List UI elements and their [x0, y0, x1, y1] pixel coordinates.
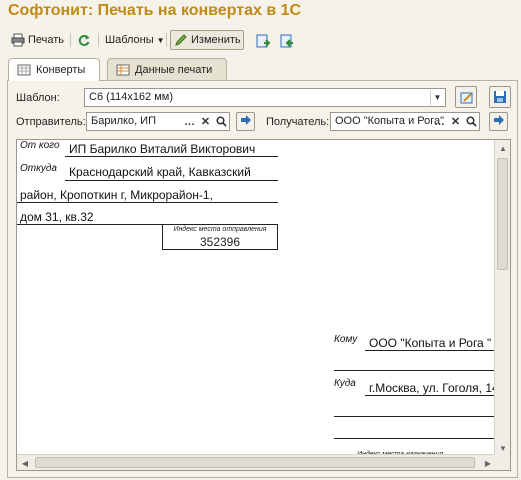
clear-icon[interactable]: ✕ — [198, 114, 213, 129]
template-edit-button[interactable] — [455, 86, 477, 108]
template-select[interactable]: C6 (114x162 мм) ▼ — [84, 88, 446, 107]
sender-label: Отправитель: — [16, 116, 86, 128]
tab-envelopes[interactable]: Конверты — [8, 58, 100, 81]
horizontal-scroll-thumb[interactable] — [35, 457, 475, 468]
sender-index-label: Индекс места отправления — [173, 226, 267, 233]
where-from-underline-1 — [65, 180, 278, 181]
envelope-grid-icon — [17, 63, 31, 77]
export-button[interactable] — [276, 30, 296, 50]
to-underline-2 — [334, 370, 495, 371]
refresh-icon — [77, 33, 91, 47]
tab-print-data[interactable]: Данные печати — [107, 58, 227, 80]
templates-label: Шаблоны — [105, 34, 154, 46]
chevron-down-icon: ▼ — [156, 35, 165, 45]
arrow-right-icon — [240, 114, 252, 129]
recipient-value: ООО "Копыта и Рога" — [335, 115, 445, 127]
window-title: Софтонит: Печать на конвертах в 1С — [8, 2, 302, 19]
printer-icon — [11, 33, 25, 47]
scroll-corner — [494, 454, 510, 470]
print-button[interactable]: Печать — [8, 30, 67, 50]
where-to-underline-1 — [365, 395, 495, 396]
where-to-underline-3 — [334, 438, 495, 439]
where-from-line3: дом 31, кв.32 — [20, 210, 94, 224]
import-button[interactable] — [252, 30, 272, 50]
arrow-right-icon — [493, 114, 505, 129]
tab-bar: Конверты Данные печати — [8, 58, 518, 81]
clear-icon[interactable]: ✕ — [448, 114, 463, 129]
pencil-icon — [174, 33, 188, 47]
search-icon[interactable] — [464, 114, 479, 129]
from-underline — [65, 156, 278, 157]
where-from-label: Откуда — [20, 163, 57, 174]
edit-label: Изменить — [191, 34, 241, 46]
save-template-button[interactable] — [489, 86, 511, 108]
sender-field[interactable]: Барилко, ИП … ✕ — [86, 112, 230, 131]
search-icon[interactable] — [214, 114, 229, 129]
template-value: C6 (114x162 мм) — [89, 91, 174, 103]
scroll-up-icon[interactable]: ▲ — [495, 140, 510, 156]
where-from-underline-2 — [17, 202, 278, 203]
from-value: ИП Барилко Виталий Викторович — [69, 142, 256, 156]
chevron-down-icon[interactable]: ▼ — [430, 90, 444, 105]
edit-template-icon — [459, 90, 473, 104]
table-icon — [116, 63, 130, 77]
sender-open-button[interactable] — [236, 112, 255, 131]
recipient-label: Получатель: — [266, 116, 330, 128]
tab-envelopes-label: Конверты — [36, 64, 86, 76]
vertical-scrollbar[interactable]: ▲ ▼ — [494, 140, 510, 456]
where-from-line1: Краснодарский край, Кавказский — [69, 165, 251, 179]
select-button[interactable]: … — [182, 114, 197, 129]
to-value: ООО "Копыта и Рога " — [369, 336, 492, 350]
where-to-label: Куда — [334, 378, 356, 389]
vertical-scroll-thumb[interactable] — [497, 158, 508, 270]
sender-value: Барилко, ИП — [91, 115, 156, 127]
export-icon — [279, 33, 293, 48]
where-from-line2: район, Кропоткин г, Микрорайон-1, — [20, 188, 213, 202]
tab-print-data-label: Данные печати — [135, 63, 213, 76]
to-underline-1 — [365, 350, 495, 351]
toolbar: Печать Шаблоны ▼ Изменить — [0, 28, 521, 52]
select-button[interactable]: … — [432, 114, 447, 129]
sender-index-value: 352396 — [199, 235, 241, 249]
recipient-open-button[interactable] — [489, 112, 508, 131]
where-from-underline-3 — [17, 224, 162, 225]
recipient-field[interactable]: ООО "Копыта и Рога" … ✕ — [330, 112, 480, 131]
edit-button[interactable]: Изменить — [170, 30, 244, 50]
import-icon — [255, 33, 271, 48]
scroll-left-icon[interactable]: ◀ — [17, 455, 33, 470]
print-label: Печать — [28, 34, 65, 46]
save-icon — [493, 90, 507, 104]
where-to-value: г.Москва, ул. Гоголя, 14 — [369, 381, 499, 395]
template-label: Шаблон: — [16, 92, 60, 104]
from-label: От кого — [20, 140, 60, 151]
where-to-underline-2 — [334, 416, 495, 417]
sender-index-box: Индекс места отправления 352396 — [162, 224, 278, 250]
to-label: Кому — [334, 334, 358, 345]
envelope-preview[interactable]: От кого ИП Барилко Виталий Викторович От… — [16, 139, 511, 471]
horizontal-scrollbar[interactable]: ◀ ▶ — [17, 454, 496, 470]
refresh-button[interactable] — [74, 30, 94, 50]
templates-dropdown[interactable]: Шаблоны ▼ — [102, 30, 168, 50]
